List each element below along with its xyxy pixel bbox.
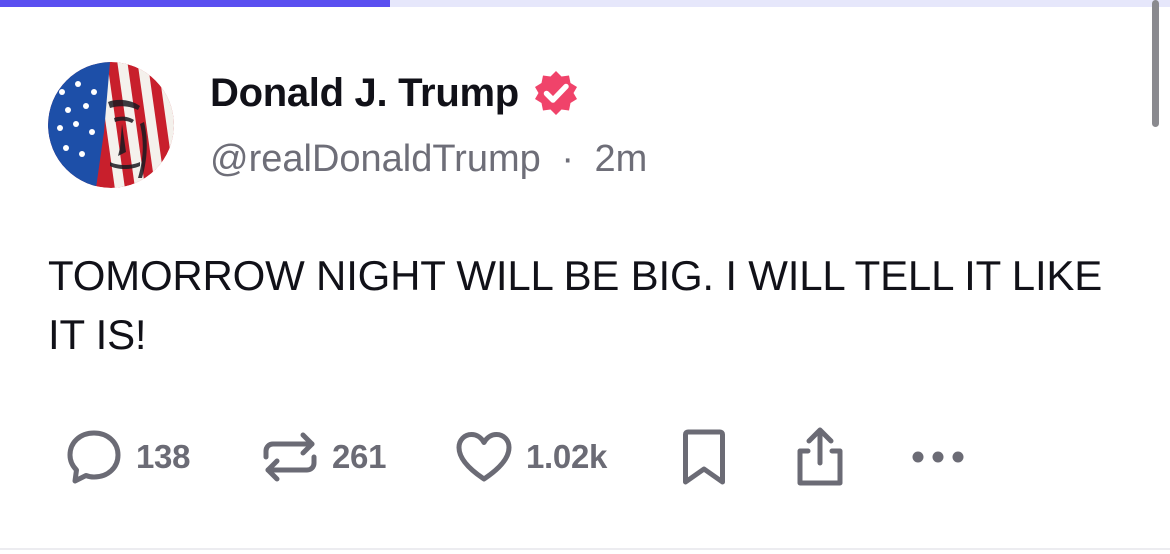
- meta-separator: ·: [561, 138, 574, 180]
- bookmark-button[interactable]: [676, 425, 732, 489]
- repost-button[interactable]: 261: [258, 425, 386, 489]
- share-icon: [788, 425, 852, 489]
- display-name[interactable]: Donald J. Trump: [210, 71, 519, 116]
- truth-post-screen: Donald J. Trump @realDonaldTrump · 2m TO…: [0, 0, 1170, 554]
- divider: [0, 548, 1170, 550]
- more-options-button[interactable]: [904, 425, 968, 489]
- repost-icon: [258, 425, 322, 489]
- post-text: TOMORROW NIGHT WILL BE BIG. I WILL TELL …: [48, 252, 1103, 358]
- handle[interactable]: @realDonaldTrump: [210, 138, 541, 180]
- like-count: 1.02k: [526, 438, 608, 475]
- scrollbar-thumb[interactable]: [1152, 0, 1159, 127]
- bookmark-icon: [676, 425, 732, 489]
- repost-count: 261: [332, 438, 387, 475]
- reply-count: 138: [136, 438, 191, 475]
- verified-badge-icon: [531, 68, 581, 118]
- timestamp[interactable]: 2m: [595, 138, 648, 180]
- heart-icon: [452, 425, 516, 489]
- handle-row: @realDonaldTrump · 2m: [210, 138, 647, 181]
- like-button[interactable]: 1.02k: [452, 425, 607, 489]
- more-icon: [904, 425, 968, 489]
- loading-progress-fill: [0, 0, 390, 7]
- loading-progress-bar: [0, 0, 1170, 7]
- avatar[interactable]: [48, 62, 174, 188]
- avatar-image: [48, 62, 174, 188]
- reply-button[interactable]: 138: [62, 425, 190, 489]
- reply-icon: [62, 425, 126, 489]
- share-button[interactable]: [788, 425, 852, 489]
- display-name-row: Donald J. Trump: [210, 68, 581, 118]
